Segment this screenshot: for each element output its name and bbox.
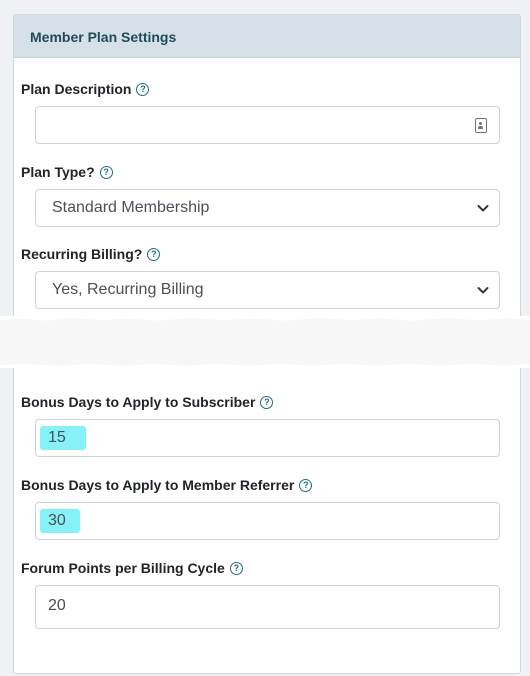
recurring-billing-select[interactable]: Yes, Recurring Billing bbox=[35, 271, 500, 309]
plan-type-select[interactable]: Standard Membership bbox=[35, 189, 500, 227]
forum-points-label: Forum Points per Billing Cycle bbox=[21, 560, 225, 576]
forum-points-field: Forum Points per Billing Cycle ? bbox=[21, 559, 487, 577]
help-icon[interactable]: ? bbox=[99, 165, 113, 179]
bonus-referrer-input[interactable]: 30 bbox=[35, 502, 500, 540]
bonus-subscriber-label: Bonus Days to Apply to Subscriber bbox=[21, 394, 256, 410]
contact-card-icon[interactable] bbox=[475, 118, 487, 133]
help-icon[interactable]: ? bbox=[147, 247, 161, 261]
bonus-subscriber-input[interactable]: 15 bbox=[35, 419, 500, 457]
help-icon[interactable]: ? bbox=[136, 82, 150, 96]
redacted-region-edge bbox=[0, 318, 530, 366]
bonus-subscriber-field: Bonus Days to Apply to Subscriber ? bbox=[21, 393, 487, 411]
panel-title: Member Plan Settings bbox=[14, 15, 520, 58]
plan-description-field: Plan Description ? bbox=[21, 80, 487, 98]
plan-description-input[interactable] bbox=[35, 106, 500, 144]
plan-description-label: Plan Description bbox=[21, 81, 132, 97]
help-icon[interactable]: ? bbox=[229, 561, 243, 575]
plan-type-field: Plan Type? ? bbox=[21, 163, 487, 181]
chevron-down-icon bbox=[477, 205, 489, 212]
recurring-billing-field: Recurring Billing? ? bbox=[21, 245, 487, 263]
plan-type-label: Plan Type? bbox=[21, 164, 95, 180]
bonus-referrer-label: Bonus Days to Apply to Member Referrer bbox=[21, 477, 295, 493]
bonus-referrer-field: Bonus Days to Apply to Member Referrer ? bbox=[21, 476, 487, 494]
chevron-down-icon bbox=[477, 287, 489, 294]
help-icon[interactable]: ? bbox=[299, 478, 313, 492]
recurring-billing-label: Recurring Billing? bbox=[21, 246, 143, 262]
forum-points-input[interactable]: 20 bbox=[35, 585, 500, 629]
help-icon[interactable]: ? bbox=[260, 395, 274, 409]
